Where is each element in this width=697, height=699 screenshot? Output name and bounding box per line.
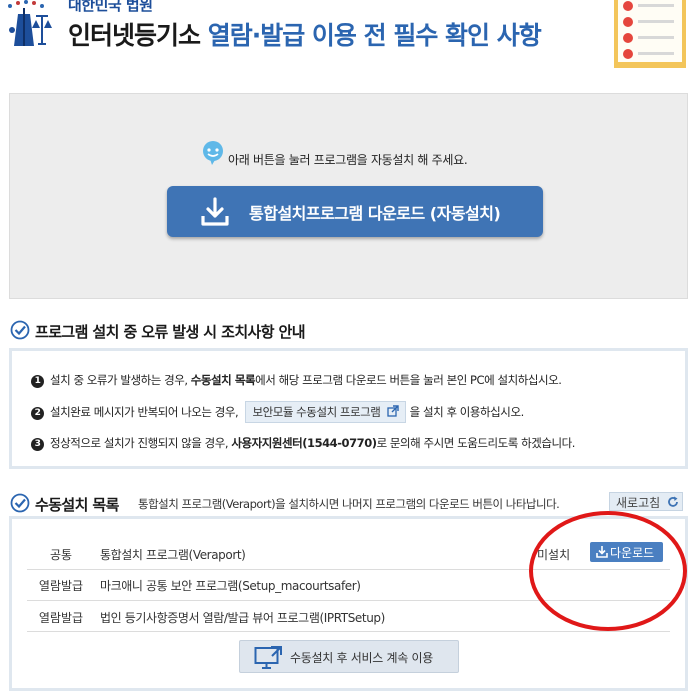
org-name: 대한민국 법원 [68, 0, 153, 14]
row-program-name: 법인 등기사항증명서 열람/발급 뷰어 프로그램(IPRTSetup) [100, 611, 385, 625]
list-item: 공통 통합설치 프로그램(Veraport) 미설치 다운로드 [27, 542, 670, 574]
manual-section-note: 통합설치 프로그램(Veraport)을 설치하시면 나머지 프로그램의 다운로… [138, 497, 560, 511]
row-divider [27, 600, 670, 601]
page-title-main: 인터넷등기소 [68, 21, 201, 50]
manual-section-heading: 수동설치 목록 [35, 496, 119, 514]
row-program-name: 통합설치 프로그램(Veraport) [100, 548, 246, 562]
hero-message: 아래 버튼을 눌러 프로그램을 자동설치 해 주세요. [228, 153, 468, 167]
auto-install-download-label: 통합설치프로그램 다운로드 (자동설치) [249, 204, 501, 223]
item-number: 2 [31, 407, 44, 420]
continue-service-button[interactable]: 수동설치 후 서비스 계속 이용 [239, 640, 459, 673]
item-text: 로 문의해 주시면 도움드리도록 하겠습니다. [376, 436, 576, 450]
item-number: 3 [31, 438, 44, 451]
row-category: 열람발급 [38, 611, 84, 625]
external-link-icon [387, 405, 399, 417]
item-text: 을 설치 후 이용하십시오. [409, 405, 525, 419]
download-icon [199, 196, 231, 228]
item-text: 설치완료 메시지가 반복되어 나오는 경우, [50, 405, 242, 419]
row-divider [27, 569, 670, 570]
check-circle-icon [10, 320, 30, 340]
refresh-label: 새로고침 [616, 496, 661, 510]
veraport-download-button[interactable]: 다운로드 [590, 542, 663, 562]
page-title-sub: 열람·발급 이용 전 필수 확인 사항 [200, 21, 542, 50]
list-item: 열람발급 법인 등기사항증명서 열람/발급 뷰어 프로그램(IPRTSetup) [27, 607, 670, 635]
download-icon [596, 546, 608, 558]
support-center-text: 사용자지원센터(1544-0770) [231, 436, 377, 450]
error-section-heading: 프로그램 설치 중 오류 발생 시 조치사항 안내 [35, 323, 306, 341]
refresh-icon [668, 496, 678, 507]
check-circle-icon [10, 493, 30, 513]
error-guide-item-2: 2 설치완료 메시지가 반복되어 나오는 경우, 보안모듈 수동설치 프로그램 을… [31, 401, 524, 423]
error-guide-item-1: 1 설치 중 오류가 발생하는 경우, 수동설치 목록에서 해당 프로그램 다운로… [31, 372, 562, 388]
speech-bubble-icon [200, 139, 226, 165]
checklist-icon [612, 0, 688, 68]
auto-install-download-button[interactable]: 통합설치프로그램 다운로드 (자동설치) [167, 186, 543, 237]
page-title: 인터넷등기소 열람·발급 이용 전 필수 확인 사항 [68, 16, 542, 52]
monitor-link-icon [254, 646, 282, 669]
manual-list-link-text: 수동설치 목록 [190, 373, 256, 387]
row-category: 열람발급 [38, 579, 84, 593]
download-label: 다운로드 [610, 546, 655, 560]
court-emblem-icon [0, 0, 62, 50]
item-text: 에서 해당 프로그램 다운로드 버튼을 눌러 본인 PC에 설치하십시오. [255, 373, 562, 387]
item-text: 설치 중 오류가 발생하는 경우, [50, 373, 191, 387]
item-text: 정상적으로 설치가 진행되지 않을 경우, [50, 436, 232, 450]
refresh-button[interactable]: 새로고침 [609, 492, 683, 511]
row-program-name: 마크애니 공통 보안 프로그램(Setup_macourtsafer) [100, 579, 361, 593]
install-status: 미설치 [537, 548, 571, 562]
row-category: 공통 [49, 548, 73, 562]
list-item: 열람발급 마크애니 공통 보안 프로그램(Setup_macourtsafer) [27, 576, 670, 604]
continue-service-label: 수동설치 후 서비스 계속 이용 [290, 651, 433, 665]
security-module-button-label: 보안모듈 수동설치 프로그램 [252, 405, 381, 419]
security-module-manual-install-button[interactable]: 보안모듈 수동설치 프로그램 [245, 401, 406, 423]
item-number: 1 [31, 375, 44, 388]
row-divider [27, 631, 670, 632]
error-guide-item-3: 3 정상적으로 설치가 진행되지 않을 경우, 사용자지원센터(1544-0770… [31, 435, 575, 451]
